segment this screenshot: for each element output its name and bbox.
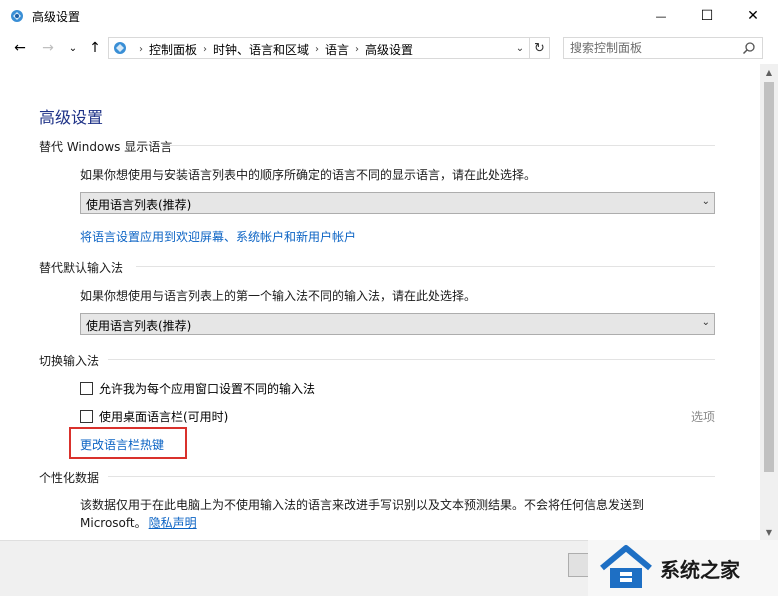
breadcrumb-item-clock-language-region[interactable]: 时钟、语言和区域 [213,41,309,58]
control-panel-icon [11,10,23,22]
personalization-description: 该数据仅用于在此电脑上为不使用输入法的语言来改进手写识别以及文本预测结果。不会将… [80,498,645,512]
back-button[interactable]: ← [10,38,30,58]
minimize-icon: — [655,9,667,23]
highlight-box [69,427,187,459]
breadcrumb-separator: › [315,44,320,55]
chevron-down-icon: ⌄ [701,317,710,328]
chevron-down-icon: ⌄ [515,42,525,54]
section-divider [162,145,715,146]
apply-language-settings-link[interactable]: 将语言设置应用到欢迎屏幕、系统帐户和新用户帐户 [80,228,356,245]
house-logo-icon [600,545,652,588]
close-button[interactable]: ✕ [730,0,776,32]
watermark: 系统之家 [588,540,778,596]
search-input[interactable] [570,41,740,55]
vertical-scrollbar[interactable]: ▲ ▼ [760,64,778,540]
window-title: 高级设置 [32,10,81,24]
section-divider [108,476,715,477]
forward-button[interactable]: → [38,38,58,58]
search-icon[interactable] [742,41,756,55]
section-heading-default-input: 替代默认输入法 [39,261,124,275]
language-bar-options-link[interactable]: 选项 [691,408,715,425]
display-language-select-value: 使用语言列表(推荐) [86,198,192,212]
refresh-button[interactable]: ↻ [530,37,550,59]
title-bar: 高级设置 — ☐ ✕ [0,0,778,32]
page-title: 高级设置 [39,108,104,127]
desktop-language-bar-label[interactable]: 使用桌面语言栏(可用时) [99,408,228,425]
input-method-select-value: 使用语言列表(推荐) [86,319,192,333]
breadcrumb: › 控制面板 › 时钟、语言和区域 › 语言 › 高级设置 [133,41,413,58]
chevron-down-icon: ⌄ [701,196,710,207]
close-icon: ✕ [747,8,759,24]
address-bar[interactable]: › 控制面板 › 时钟、语言和区域 › 语言 › 高级设置 ⌄ [108,37,530,59]
privacy-statement-link[interactable]: 隐私声明 [149,516,197,530]
display-language-description: 如果你想使用与安装语言列表中的顺序所确定的语言不同的显示语言，请在此处选择。 [80,168,537,182]
breadcrumb-item-control-panel[interactable]: 控制面板 [149,41,197,58]
scroll-up-button[interactable]: ▲ [760,64,778,80]
control-panel-location-icon [114,42,126,54]
breadcrumb-separator: › [355,44,360,55]
personalization-description-line2: Microsoft。 隐私声明 [80,514,197,531]
breadcrumb-item-advanced-settings[interactable]: 高级设置 [365,41,413,58]
refresh-icon: ↻ [534,40,545,56]
scroll-thumb[interactable] [764,82,774,472]
watermark-text: 系统之家 [660,558,740,582]
microsoft-text: Microsoft。 [80,516,147,530]
section-divider [136,266,715,267]
display-language-select[interactable]: 使用语言列表(推荐) ⌄ [80,192,715,214]
per-app-input-checkbox-row[interactable]: 允许我为每个应用窗口设置不同的输入法 [80,380,315,397]
maximize-button[interactable]: ☐ [684,0,730,32]
desktop-language-bar-checkbox-row[interactable]: 使用桌面语言栏(可用时) [80,408,228,425]
section-divider [108,359,715,360]
up-arrow-icon: ↑ [89,40,101,56]
search-box[interactable] [563,37,763,59]
scroll-down-button[interactable]: ▼ [760,524,778,540]
main-content: 高级设置 替代 Windows 显示语言 如果你想使用与安装语言列表中的顺序所确… [0,64,760,540]
address-dropdown-button[interactable]: ⌄ [511,38,529,58]
per-app-input-checkbox[interactable] [80,382,93,395]
section-heading-personalization: 个性化数据 [39,471,100,485]
maximize-icon: ☐ [700,8,714,24]
minimize-button[interactable]: — [638,0,684,32]
breadcrumb-separator: › [139,44,143,55]
breadcrumb-separator: › [203,44,208,55]
per-app-input-label[interactable]: 允许我为每个应用窗口设置不同的输入法 [99,380,315,397]
section-heading-display-language: 替代 Windows 显示语言 [39,140,173,154]
desktop-language-bar-checkbox[interactable] [80,410,93,423]
breadcrumb-item-language[interactable]: 语言 [325,41,349,58]
input-method-select[interactable]: 使用语言列表(推荐) ⌄ [80,313,715,335]
section-heading-switch-input: 切换输入法 [39,354,100,368]
forward-arrow-icon: → [42,40,54,56]
recent-locations-button[interactable]: ⌄ [63,38,83,58]
input-method-description: 如果你想使用与语言列表上的第一个输入法不同的输入法，请在此处选择。 [80,289,477,303]
chevron-down-icon: ⌄ [68,42,78,54]
back-arrow-icon: ← [14,40,26,56]
up-button[interactable]: ↑ [85,38,105,58]
